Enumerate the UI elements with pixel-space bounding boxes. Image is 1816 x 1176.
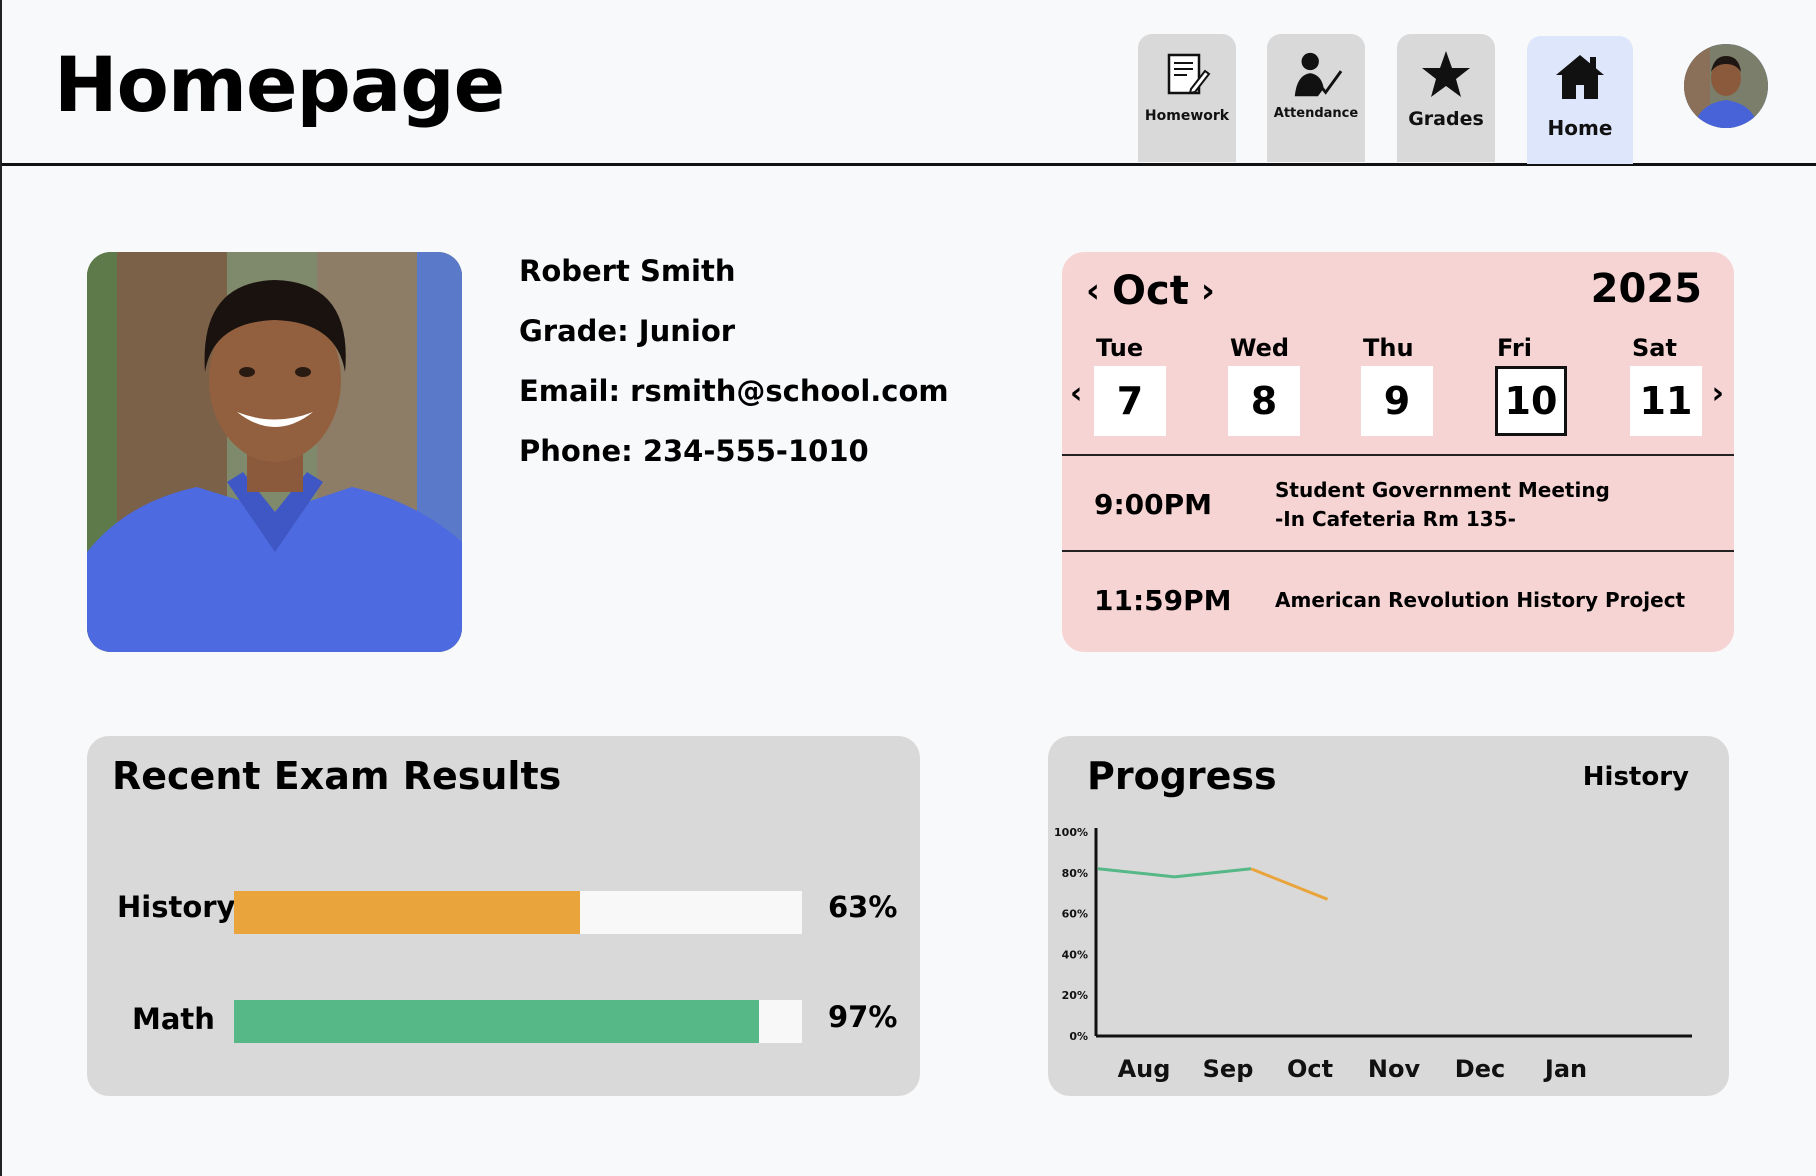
exam-bar-track [234, 1000, 802, 1043]
event-title: American Revolution History Project [1275, 588, 1686, 612]
tab-grades-label: Grades [1408, 108, 1484, 130]
exam-bar-fill [234, 891, 581, 934]
exam-subject-label: Math [132, 1002, 215, 1036]
next-week-arrow[interactable]: › [1712, 376, 1724, 411]
x-tick-label: Oct [1287, 1055, 1333, 1083]
profile-photo [87, 252, 462, 652]
day-name: Fri [1497, 334, 1532, 362]
event-location: -In Cafeteria Rm 135- [1275, 507, 1516, 531]
y-tick-label: 0% [1069, 1030, 1088, 1043]
progress-line-segment [1250, 867, 1329, 901]
calendar-day[interactable]: Sat 11 [1630, 334, 1702, 436]
day-number[interactable]: 9 [1361, 366, 1433, 436]
exam-bar-track [234, 891, 802, 934]
event-time: 9:00PM [1094, 488, 1213, 521]
prev-month-arrow[interactable]: ‹ [1086, 271, 1100, 311]
y-tick-label: 80% [1062, 867, 1088, 880]
event-item[interactable]: American Revolution History Project [1275, 586, 1685, 615]
x-tick-label: Jan [1543, 1055, 1587, 1083]
event-title: Student Government Meeting [1275, 478, 1610, 502]
student-phone: Phone: 234-555-1010 [519, 434, 869, 468]
avatar[interactable] [1684, 44, 1768, 128]
exam-percent: 63% [828, 890, 898, 924]
tab-attendance[interactable]: Attendance [1267, 34, 1365, 162]
calendar-day-selected[interactable]: Fri 10 [1495, 334, 1567, 436]
exam-percent: 97% [828, 1000, 898, 1034]
exam-results-title: Recent Exam Results [112, 754, 562, 798]
exam-results-card: Recent Exam Results History 63% Math 97% [87, 736, 920, 1096]
calendar-month-selector: ‹ Oct › [1086, 268, 1215, 314]
student-grade: Grade: Junior [519, 314, 736, 348]
day-number[interactable]: 11 [1630, 366, 1702, 436]
day-name: Wed [1230, 334, 1290, 362]
y-tick-label: 20% [1062, 989, 1088, 1002]
y-tick-label: 60% [1062, 908, 1088, 921]
day-name: Sat [1632, 334, 1677, 362]
student-email: Email: rsmith@school.com [519, 374, 949, 408]
progress-chart: 0% 20% 40% 60% 80% 100% Aug Sep Oct Nov Dec Jan [1054, 826, 1692, 1083]
home-icon [1553, 50, 1607, 104]
progress-line-segment [1097, 867, 1175, 879]
progress-card: Progress History 0% 20% 40% 60% 80% 100% Aug Se… [1048, 736, 1729, 1096]
calendar-year: 2025 [1590, 266, 1702, 312]
tab-homework[interactable]: Homework [1138, 34, 1236, 162]
star-icon [1419, 48, 1473, 102]
x-tick-label: Sep [1203, 1055, 1254, 1083]
header-bar: Homepage Homework Attendance Grades Home [2, 0, 1816, 166]
day-number[interactable]: 8 [1228, 366, 1300, 436]
tab-home[interactable]: Home [1527, 36, 1633, 164]
x-tick-label: Aug [1118, 1055, 1171, 1083]
student-name: Robert Smith [519, 254, 736, 288]
y-tick-label: 40% [1062, 948, 1088, 961]
x-tick-label: Dec [1455, 1055, 1505, 1083]
page-title: Homepage [54, 40, 505, 129]
prev-week-arrow[interactable]: ‹ [1070, 376, 1082, 411]
progress-line-segment [1174, 867, 1252, 879]
tab-homework-label: Homework [1144, 108, 1230, 124]
y-tick-label: 100% [1054, 826, 1088, 839]
calendar-card: ‹ Oct › 2025 ‹ › Tue 7 Wed 8 Thu 9 Fri 1… [1062, 252, 1734, 652]
tab-grades[interactable]: Grades [1397, 34, 1495, 162]
day-name: Thu [1363, 334, 1414, 362]
day-number[interactable]: 10 [1495, 366, 1567, 436]
event-item[interactable]: Student Government Meeting -In Cafeteria… [1275, 476, 1610, 534]
event-time: 11:59PM [1094, 584, 1232, 617]
x-tick-label: Nov [1368, 1055, 1421, 1083]
attendance-icon [1289, 48, 1343, 102]
tab-attendance-label: Attendance [1273, 106, 1359, 121]
calendar-day[interactable]: Wed 8 [1228, 334, 1300, 436]
divider [1062, 454, 1734, 456]
exam-bar-fill [234, 1000, 760, 1043]
calendar-day[interactable]: Tue 7 [1094, 334, 1166, 436]
tab-home-label: Home [1547, 116, 1613, 140]
calendar-day[interactable]: Thu 9 [1361, 334, 1433, 436]
calendar-month: Oct [1112, 268, 1189, 314]
homework-icon [1160, 48, 1214, 102]
day-number[interactable]: 7 [1094, 366, 1166, 436]
exam-subject-label: History [117, 890, 236, 924]
next-month-arrow[interactable]: › [1201, 271, 1215, 311]
divider [1062, 550, 1734, 552]
day-name: Tue [1096, 334, 1144, 362]
